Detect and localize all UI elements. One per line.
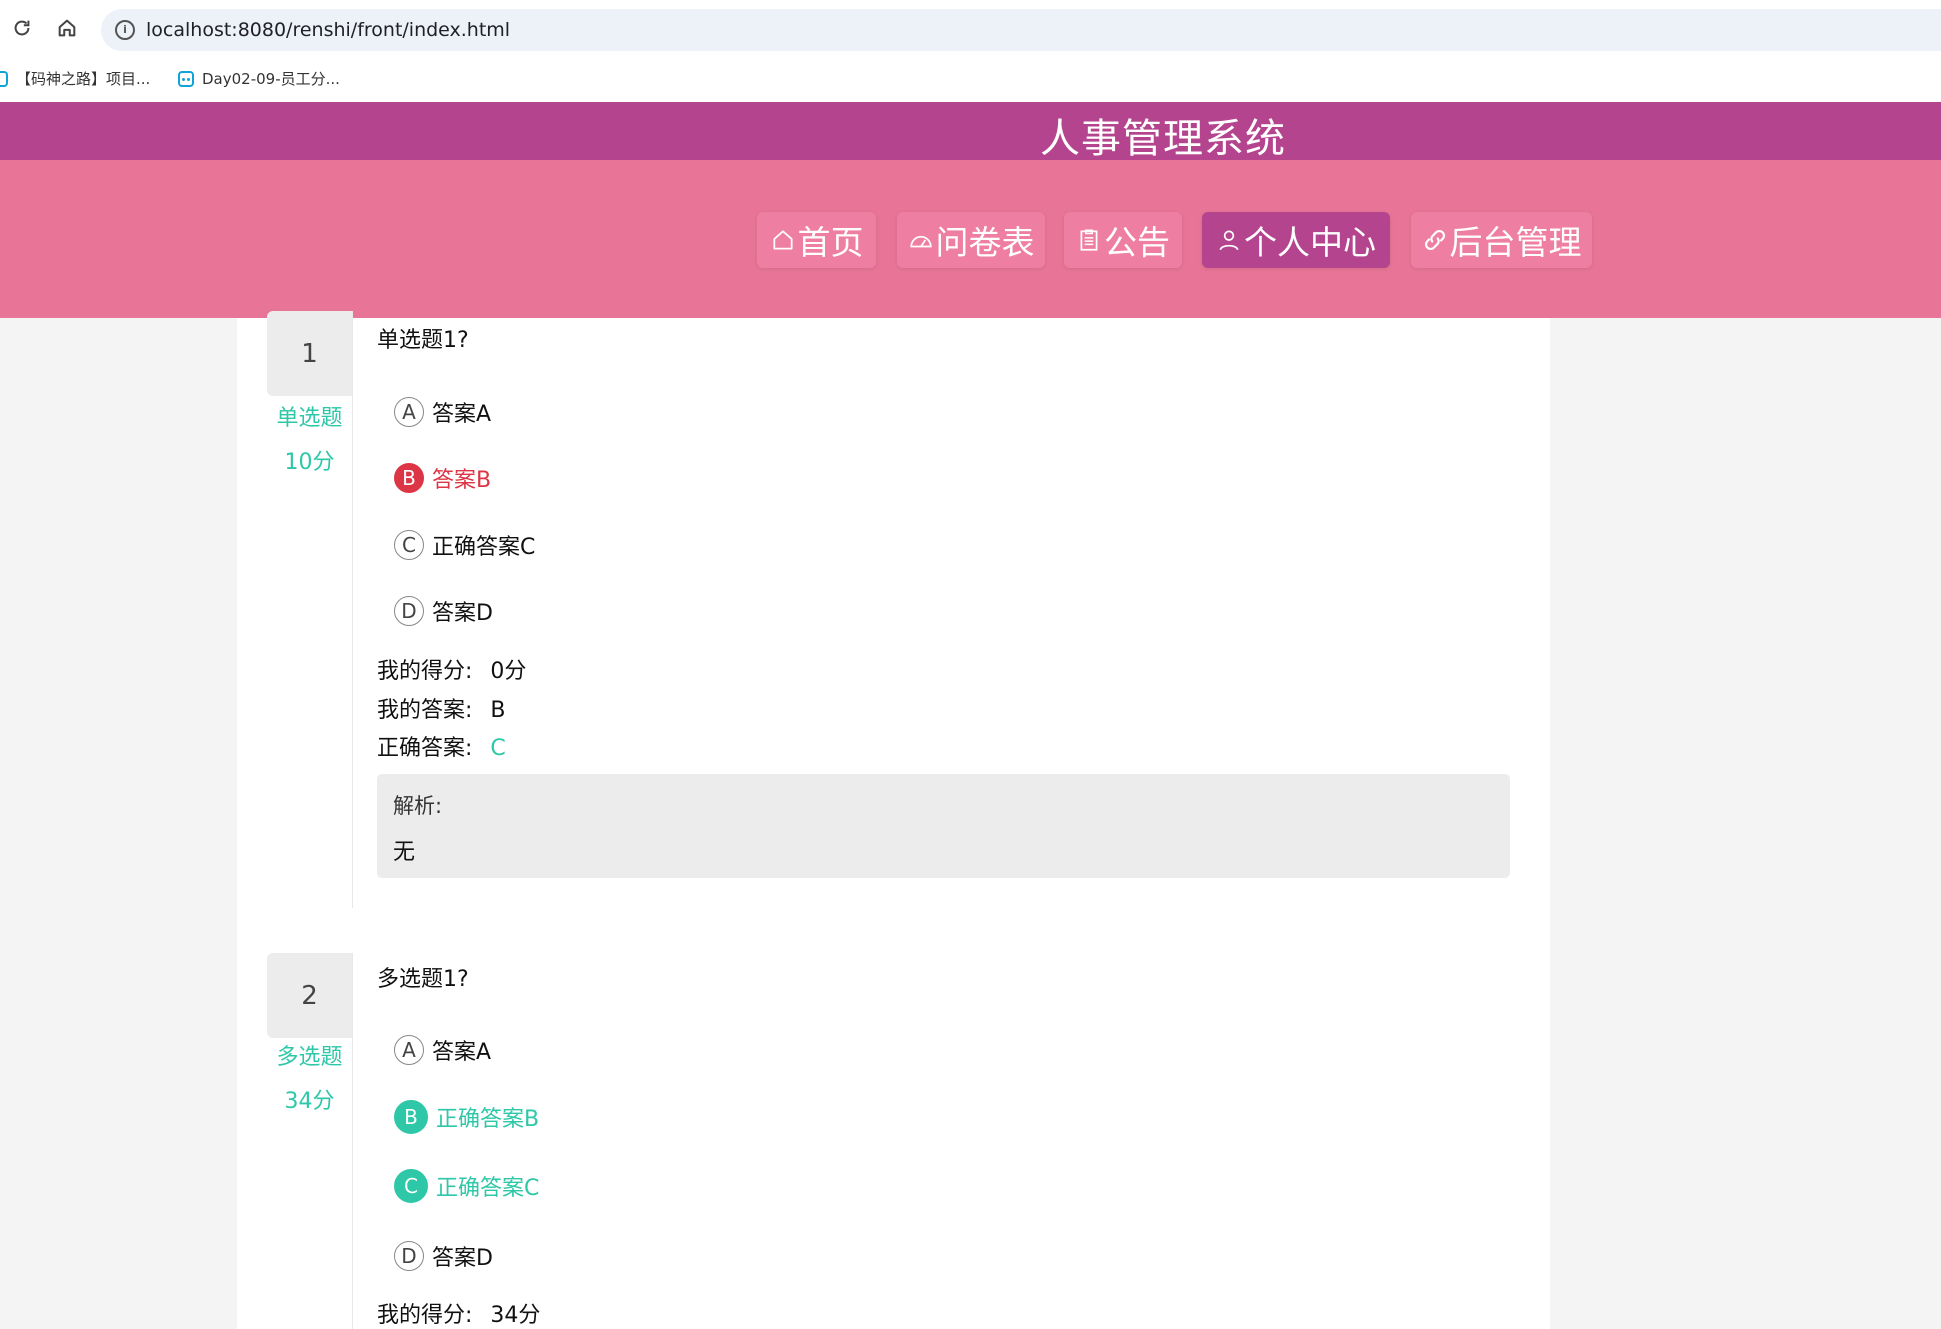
question-text: 单选题1?: [377, 328, 469, 353]
question-number: 2: [267, 953, 352, 1038]
my-answer-row: 我的答案: B: [377, 692, 506, 724]
clipboard-icon: [1080, 229, 1098, 251]
my-answer-value: B: [490, 698, 506, 723]
bookmark-1[interactable]: 【码神之路】项目...: [0, 68, 150, 89]
option-text: 答案A: [432, 402, 492, 427]
option-letter: A: [394, 397, 424, 427]
correct-answer-row: 正确答案: C: [377, 730, 506, 762]
my-score-label: 我的得分:: [377, 1303, 473, 1328]
bookmark-icon: [0, 70, 8, 87]
analysis-box: 解析: 无: [377, 774, 1510, 878]
option-b[interactable]: B 答案B: [394, 462, 491, 494]
nav-notice[interactable]: 公告: [1064, 212, 1182, 268]
user-icon: [1219, 230, 1239, 251]
url-text[interactable]: localhost:8080/renshi/front/index.html: [146, 19, 510, 41]
option-text: 答案D: [432, 601, 493, 626]
my-score-row: 我的得分: 0分: [377, 653, 526, 685]
question-type: 单选题: [276, 406, 343, 431]
option-letter: B: [394, 1100, 428, 1134]
site-title: 人事管理系统: [1040, 116, 1286, 162]
option-letter: C: [394, 530, 424, 560]
question-number: 1: [267, 311, 352, 396]
browser-toolbar: i localhost:8080/renshi/front/index.html: [0, 0, 1941, 60]
nav-survey[interactable]: 问卷表: [897, 212, 1045, 268]
main-nav: 首页 问卷表 公告 个人中心 后台管理: [0, 160, 1941, 318]
nav-admin[interactable]: 后台管理: [1411, 212, 1592, 268]
option-text: 正确答案C: [436, 1176, 540, 1201]
bookmarks-bar: 【码神之路】项目... Day02-09-员工分...: [0, 60, 1941, 102]
dashboard-icon: [909, 235, 932, 248]
question-text: 多选题1?: [377, 967, 469, 992]
nav-label: 问卷表: [935, 223, 1035, 262]
option-a[interactable]: A 答案A: [394, 1034, 491, 1066]
my-score-value: 0分: [490, 659, 527, 684]
option-letter: D: [394, 1241, 424, 1271]
analysis-label: 解析:: [393, 794, 443, 818]
my-answer-label: 我的答案:: [377, 698, 473, 723]
address-bar[interactable]: i localhost:8080/renshi/front/index.html: [101, 9, 1941, 51]
my-score-label: 我的得分:: [377, 659, 473, 684]
option-c[interactable]: C 正确答案C: [394, 529, 535, 561]
option-text: 答案D: [432, 1246, 493, 1271]
option-letter: D: [394, 596, 424, 626]
option-text: 答案A: [432, 1040, 492, 1065]
site-info-icon[interactable]: i: [115, 20, 135, 40]
my-score-value: 34分: [490, 1303, 541, 1328]
correct-answer-value: C: [490, 736, 506, 761]
divider: [352, 311, 353, 908]
option-letter: B: [394, 463, 424, 493]
option-d[interactable]: D 答案D: [394, 595, 493, 627]
site-title-bar: 人事管理系统: [0, 102, 1941, 162]
nav-home[interactable]: 首页: [757, 212, 876, 268]
home-icon[interactable]: [55, 16, 79, 40]
option-letter: A: [394, 1035, 424, 1065]
option-text: 正确答案B: [436, 1107, 540, 1132]
question-score: 34分: [284, 1089, 335, 1114]
reload-icon[interactable]: [10, 16, 34, 40]
option-b[interactable]: B 正确答案B: [394, 1100, 539, 1134]
bookmark-label: Day02-09-员工分...: [202, 70, 340, 88]
analysis-text: 无: [393, 840, 416, 865]
divider: [352, 953, 353, 1329]
question-type: 多选题: [276, 1045, 343, 1070]
tv-icon: [178, 70, 194, 87]
option-d[interactable]: D 答案D: [394, 1240, 493, 1272]
option-c[interactable]: C 正确答案C: [394, 1169, 539, 1203]
nav-label: 后台管理: [1449, 223, 1582, 262]
my-score-row: 我的得分: 34分: [377, 1297, 540, 1329]
link-icon: [1424, 230, 1445, 250]
answer-panel: 1 单选题 10分 单选题1? A 答案A B 答案B C 正确答案C D 答案…: [237, 311, 1550, 1329]
option-a[interactable]: A 答案A: [394, 396, 491, 428]
question-score: 10分: [284, 450, 335, 475]
home-icon: [772, 230, 793, 250]
nav-profile[interactable]: 个人中心: [1202, 212, 1390, 268]
option-letter: C: [394, 1169, 428, 1203]
nav-label: 个人中心: [1244, 223, 1376, 262]
option-text: 答案B: [432, 468, 492, 493]
option-text: 正确答案C: [432, 535, 536, 560]
nav-label: 首页: [797, 223, 864, 262]
bookmark-label: 【码神之路】项目...: [16, 70, 151, 88]
nav-label: 公告: [1104, 223, 1170, 262]
bookmark-2[interactable]: Day02-09-员工分...: [178, 68, 340, 89]
correct-answer-label: 正确答案:: [377, 736, 473, 761]
